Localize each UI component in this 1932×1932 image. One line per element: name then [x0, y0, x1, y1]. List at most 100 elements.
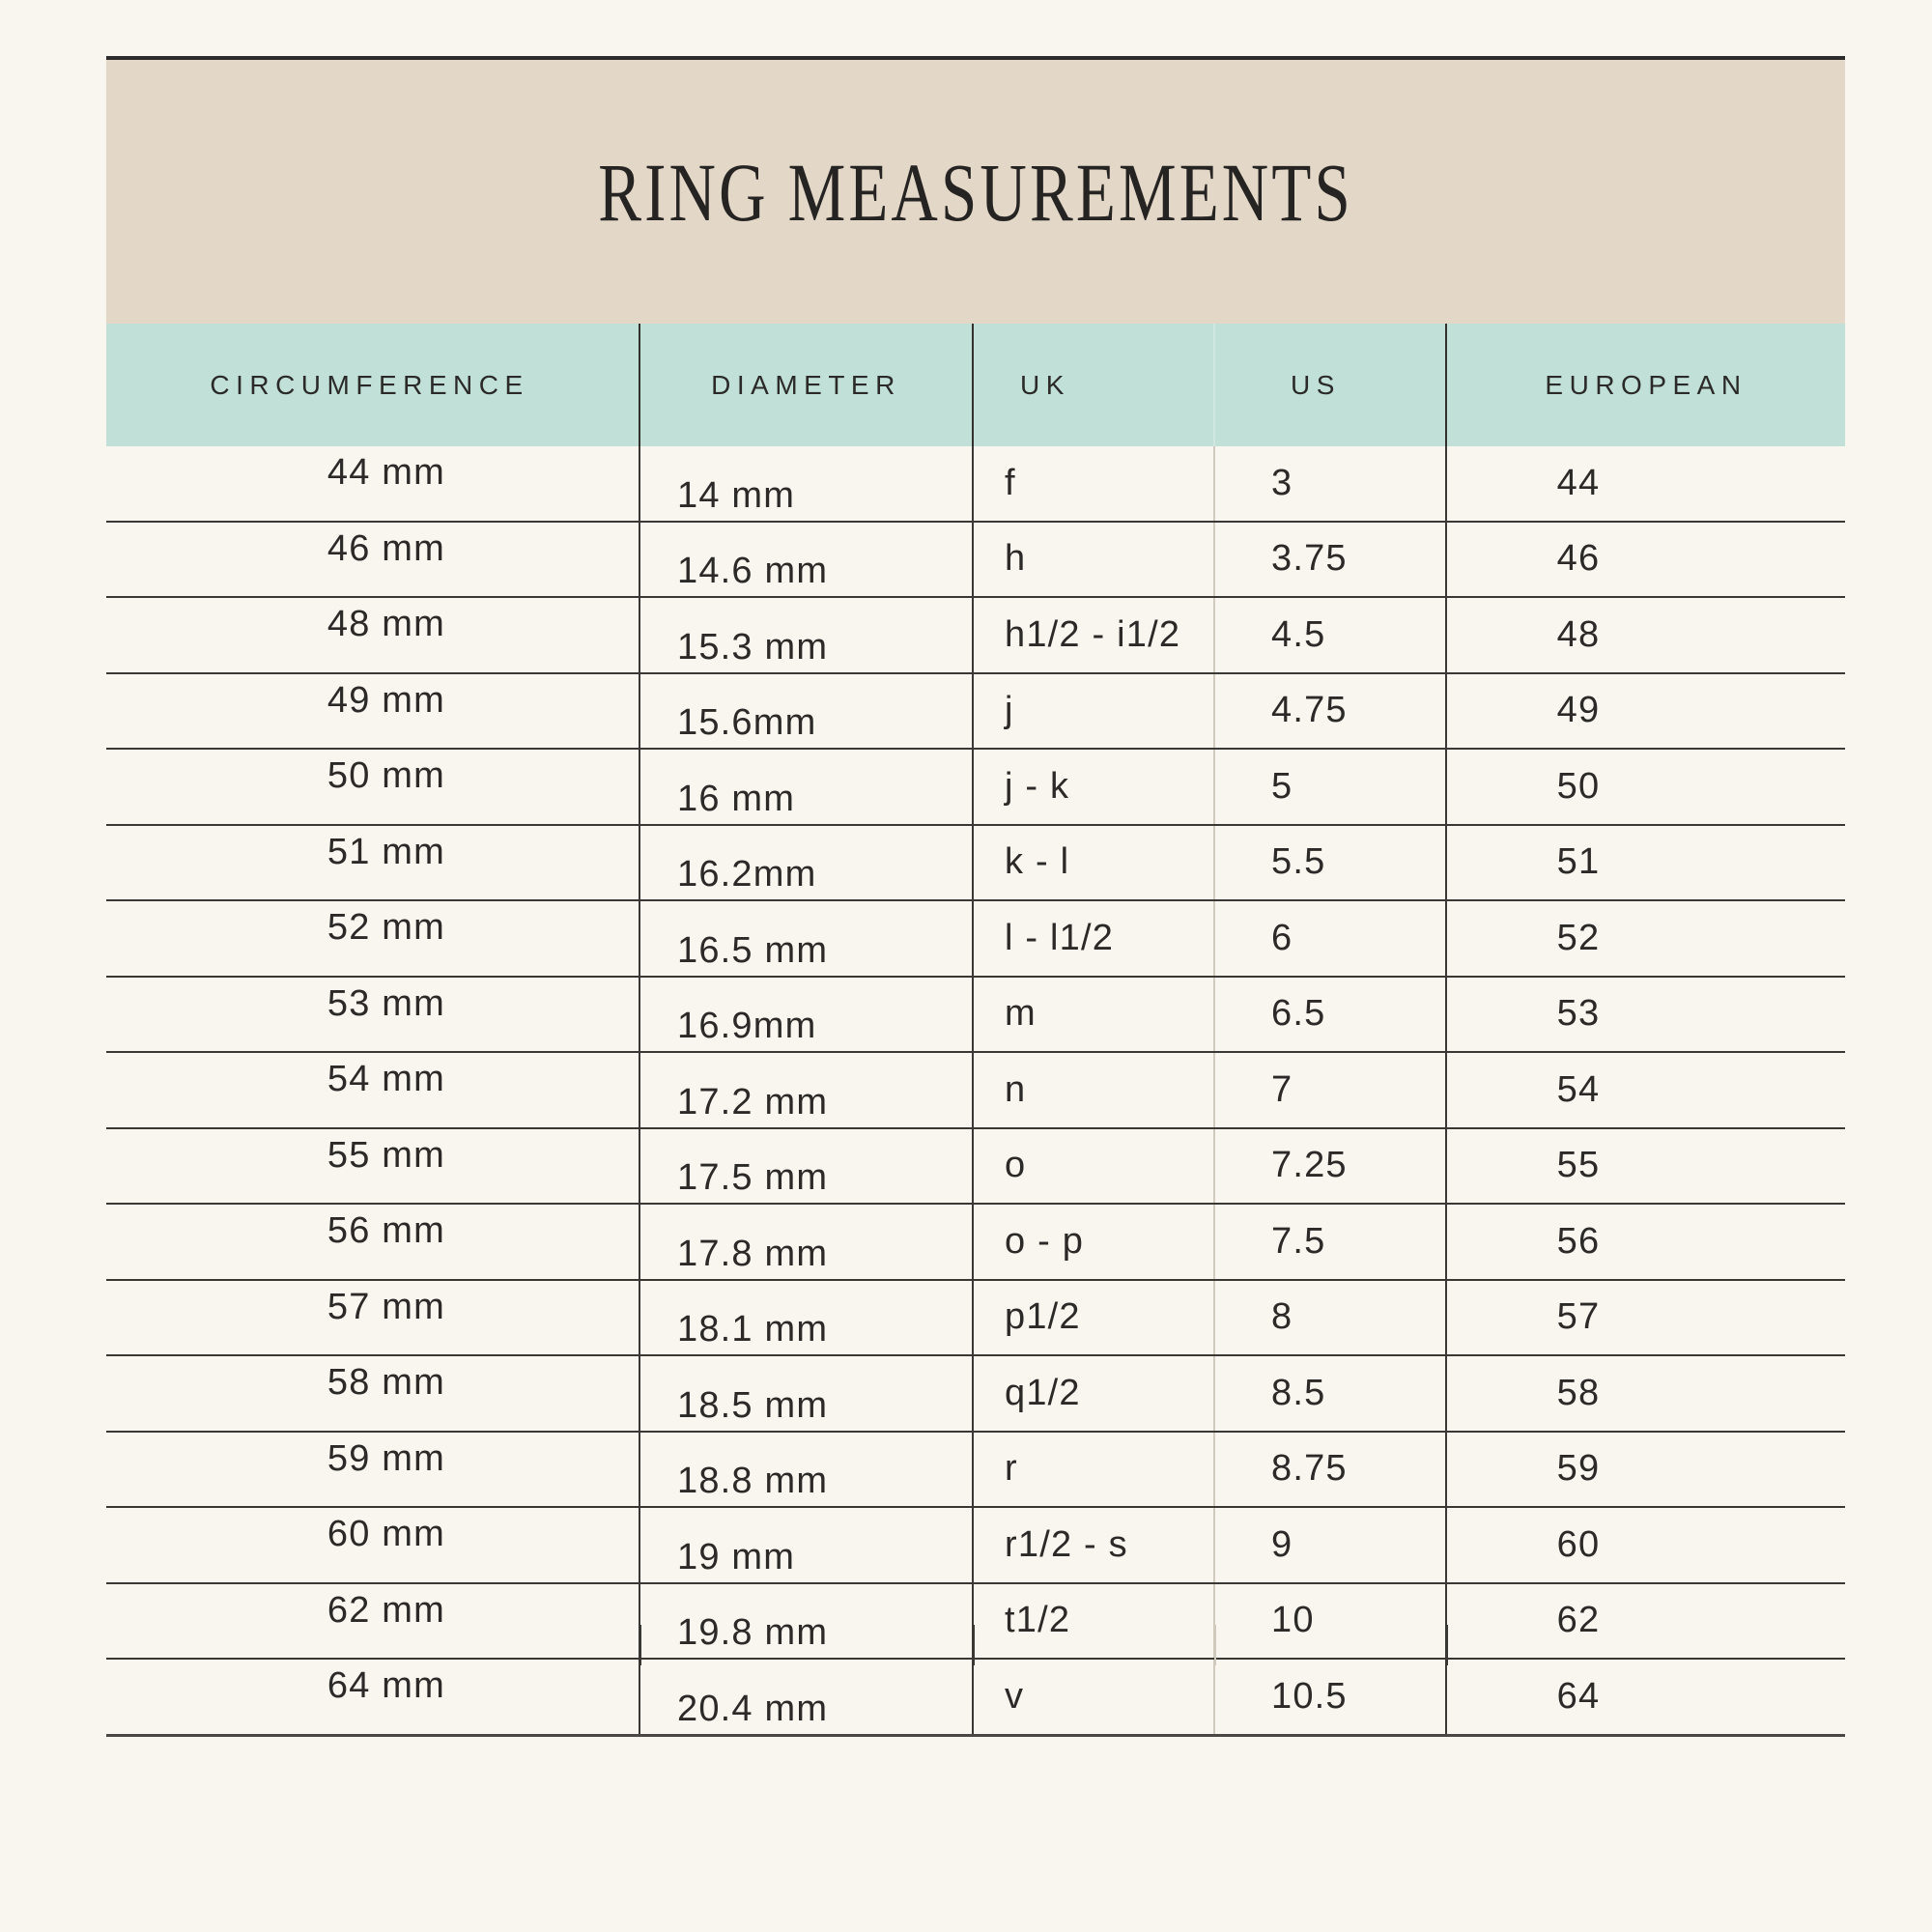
cell-european: 56	[1446, 1204, 1845, 1281]
cell-us: 5	[1214, 749, 1447, 826]
table-row: 46 mm 14.6 mm h 3.75 46	[106, 521, 1845, 598]
cell-circumference: 48 mm	[106, 597, 640, 674]
cell-circumference: 51 mm	[106, 824, 640, 901]
table-row: 53 mm 16.9mm m 6.5 53	[106, 976, 1845, 1053]
cell-diameter: 16.9mm	[639, 976, 974, 1053]
cell-circumference: 56 mm	[106, 1204, 640, 1281]
cell-diameter: 18.1 mm	[639, 1279, 974, 1356]
cell-european: 57	[1446, 1279, 1845, 1356]
table-row: 50 mm 16 mm j - k 5 50	[106, 749, 1845, 826]
cell-uk: h	[973, 521, 1215, 598]
cell-circumference: 64 mm	[106, 1659, 640, 1737]
cell-european: 50	[1446, 749, 1845, 826]
cell-uk: k - l	[973, 824, 1215, 901]
cell-european: 55	[1446, 1127, 1845, 1205]
cell-diameter: 17.5 mm	[639, 1127, 974, 1205]
table-row: 56 mm 17.8 mm o - p 7.5 56	[106, 1204, 1845, 1281]
title-band: RING MEASUREMENTS	[106, 56, 1845, 324]
table-row: 60 mm 19 mm r1/2 - s 9 60	[106, 1507, 1845, 1584]
cell-uk: o - p	[973, 1204, 1215, 1281]
cell-uk: v	[973, 1659, 1215, 1737]
cell-us: 7.5	[1214, 1204, 1447, 1281]
cell-us: 10.5	[1214, 1659, 1447, 1737]
table-header-row: CIRCUMFERENCE DIAMETER UK US EUROPEAN	[106, 324, 1845, 446]
table-row: 51 mm 16.2mm k - l 5.5 51	[106, 824, 1845, 901]
cell-us: 10	[1214, 1582, 1447, 1660]
cell-european: 44	[1446, 446, 1845, 523]
cell-uk: r1/2 - s	[973, 1507, 1215, 1584]
cell-european: 62	[1446, 1582, 1845, 1660]
cell-us: 7	[1214, 1052, 1447, 1129]
cell-european: 51	[1446, 824, 1845, 901]
table-row: 54 mm 17.2 mm n 7 54	[106, 1052, 1845, 1129]
cell-diameter: 15.6mm	[639, 672, 974, 750]
cell-us: 3	[1214, 446, 1447, 523]
cell-european: 54	[1446, 1052, 1845, 1129]
cell-uk: r	[973, 1431, 1215, 1508]
cell-us: 8.75	[1214, 1431, 1447, 1508]
cell-circumference: 58 mm	[106, 1355, 640, 1433]
cell-circumference: 54 mm	[106, 1052, 640, 1129]
table-body: 44 mm 14 mm f 3 44 46 mm 14.6 mm h 3.75 46 48 mm 15…	[106, 446, 1845, 1737]
cell-diameter: 16 mm	[639, 749, 974, 826]
cell-diameter: 15.3 mm	[639, 597, 974, 674]
cell-european: 46	[1446, 521, 1845, 598]
cell-circumference: 50 mm	[106, 749, 640, 826]
cell-uk: h1/2 - i1/2	[973, 597, 1215, 674]
table-row: 59 mm 18.8 mm r 8.75 59	[106, 1431, 1845, 1508]
cell-european: 64	[1446, 1659, 1845, 1737]
cell-us: 8.5	[1214, 1355, 1447, 1433]
table-row: 58 mm 18.5 mm q1/2 8.5 58	[106, 1355, 1845, 1433]
column-header-european: EUROPEAN	[1545, 369, 1747, 400]
column-header-uk: UK	[973, 324, 1215, 446]
cell-us: 7.25	[1214, 1127, 1447, 1205]
cell-circumference: 53 mm	[106, 976, 640, 1053]
cell-circumference: 52 mm	[106, 900, 640, 978]
cell-us: 6.5	[1214, 976, 1447, 1053]
cell-diameter: 19 mm	[639, 1507, 974, 1584]
cell-uk: t1/2	[973, 1582, 1215, 1660]
cell-diameter: 16.2mm	[639, 824, 974, 901]
cell-us: 6	[1214, 900, 1447, 978]
cell-uk: p1/2	[973, 1279, 1215, 1356]
cell-us: 9	[1214, 1507, 1447, 1584]
ring-measurements-table: CIRCUMFERENCE DIAMETER UK US EUROPEAN 44…	[106, 324, 1845, 1737]
cell-us: 5.5	[1214, 824, 1447, 901]
cell-circumference: 46 mm	[106, 521, 640, 598]
table-row: 55 mm 17.5 mm o 7.25 55	[106, 1127, 1845, 1205]
cell-us: 8	[1214, 1279, 1447, 1356]
cell-european: 59	[1446, 1431, 1845, 1508]
table-header: CIRCUMFERENCE DIAMETER UK US EUROPEAN	[106, 324, 1845, 446]
cell-diameter: 17.2 mm	[639, 1052, 974, 1129]
cell-us: 4.75	[1214, 672, 1447, 750]
cell-uk: j	[973, 672, 1215, 750]
cell-diameter: 18.5 mm	[639, 1355, 974, 1433]
table-row: 52 mm 16.5 mm l - l1/2 6 52	[106, 900, 1845, 978]
column-header-us: US	[1214, 324, 1447, 446]
table-row: 49 mm 15.6mm j 4.75 49	[106, 672, 1845, 750]
cell-diameter: 19.8 mm	[639, 1582, 974, 1660]
cell-diameter: 17.8 mm	[639, 1204, 974, 1281]
ring-measurements-table-container: CIRCUMFERENCE DIAMETER UK US EUROPEAN 44…	[106, 324, 1845, 1737]
cell-european: 49	[1446, 672, 1845, 750]
cell-european: 58	[1446, 1355, 1845, 1433]
cell-uk: q1/2	[973, 1355, 1215, 1433]
cell-us: 4.5	[1214, 597, 1447, 674]
cell-european: 52	[1446, 900, 1845, 978]
page-title: RING MEASUREMENTS	[598, 145, 1353, 239]
cell-diameter: 14.6 mm	[639, 521, 974, 598]
cell-circumference: 49 mm	[106, 672, 640, 750]
column-header-circumference: CIRCUMFERENCE	[106, 324, 640, 446]
table-row: 57 mm 18.1 mm p1/2 8 57	[106, 1279, 1845, 1356]
cell-uk: l - l1/2	[973, 900, 1215, 978]
cell-circumference: 44 mm	[106, 446, 640, 523]
cell-uk: m	[973, 976, 1215, 1053]
cell-uk: o	[973, 1127, 1215, 1205]
cell-uk: n	[973, 1052, 1215, 1129]
cell-diameter: 20.4 mm	[639, 1659, 974, 1737]
cell-european: 60	[1446, 1507, 1845, 1584]
table-row: 64 mm 20.4 mm v 10.5 64	[106, 1659, 1845, 1737]
cell-circumference: 60 mm	[106, 1507, 640, 1584]
table-row: 62 mm 19.8 mm t1/2 10 62	[106, 1582, 1845, 1660]
cell-uk: j - k	[973, 749, 1215, 826]
